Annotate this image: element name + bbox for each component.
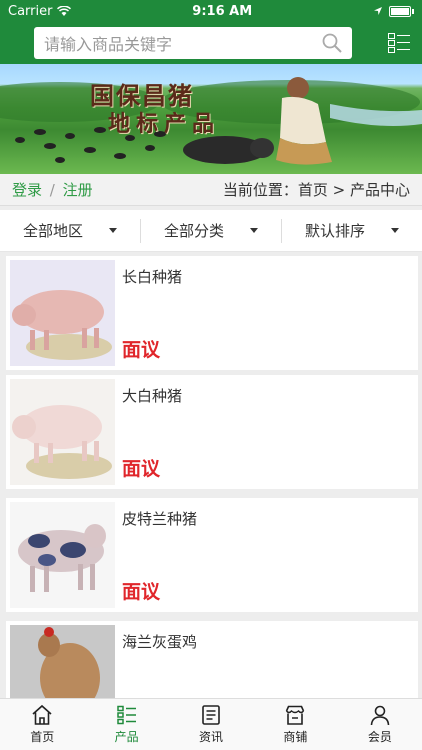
login-link[interactable]: 登录 <box>12 181 42 199</box>
product-image[interactable] <box>10 379 115 485</box>
filter-bar: 全部地区 全部分类 默认排序 <box>0 210 422 252</box>
menu-grid-icon[interactable] <box>388 33 410 53</box>
banner-image[interactable]: 国保昌猪 地标产品 <box>0 64 422 174</box>
product-image[interactable] <box>10 260 115 366</box>
tab-bar: 首页 产品 资讯 商铺 会员 <box>0 698 422 750</box>
product-name[interactable]: 长白种猪 <box>122 266 182 287</box>
filter-sort[interactable]: 默认排序 <box>282 219 422 243</box>
home-icon <box>32 704 52 725</box>
product-price: 面议 <box>122 458 161 480</box>
carrier-label: Carrier <box>8 3 53 19</box>
product-item[interactable]: 皮特兰种猪 面议 <box>6 498 418 612</box>
header: Carrier 9:16 AM 请输入商品关键字 <box>0 0 422 64</box>
banner-subtitle: 地标产品 <box>108 111 221 137</box>
tab-home[interactable]: 首页 <box>0 699 84 750</box>
current-location: 当前位置：首页 > 产品中心 <box>222 181 410 199</box>
search-input[interactable]: 请输入商品关键字 <box>34 27 352 59</box>
battery-icon <box>388 5 411 17</box>
product-price: 面议 <box>122 339 161 361</box>
product-item[interactable]: 大白种猪 面议 <box>6 375 418 489</box>
caret-down-icon <box>391 228 399 233</box>
product-price: 面议 <box>122 581 161 603</box>
caret-down-icon <box>250 228 258 233</box>
product-name[interactable]: 皮特兰种猪 <box>122 508 197 529</box>
shop-icon <box>286 705 305 725</box>
time-label: 9:16 AM <box>192 3 253 19</box>
tab-member[interactable]: 会员 <box>338 699 422 750</box>
search-placeholder: 请输入商品关键字 <box>44 35 173 54</box>
product-item[interactable]: 海兰灰蛋鸡 <box>6 621 418 698</box>
status-bar: Carrier 9:16 AM <box>0 0 422 22</box>
location-arrow-icon <box>373 7 382 15</box>
product-image[interactable] <box>10 625 115 698</box>
product-image[interactable] <box>10 502 115 608</box>
breadcrumb: 登录 / 注册 当前位置：首页 > 产品中心 <box>0 174 422 206</box>
tab-products[interactable]: 产品 <box>84 699 168 750</box>
login-separator: / <box>49 181 55 199</box>
wifi-icon <box>57 5 72 16</box>
news-icon <box>202 705 220 725</box>
register-link[interactable]: 注册 <box>63 181 93 199</box>
filter-category[interactable]: 全部分类 <box>141 218 282 243</box>
product-item[interactable]: 长白种猪 面议 <box>6 256 418 370</box>
product-list: 长白种猪 面议 大白种猪 面议 皮特兰种猪 面议 海兰灰蛋鸡 <box>0 252 422 698</box>
user-icon <box>370 705 390 726</box>
caret-down-icon <box>109 228 117 233</box>
filter-region[interactable]: 全部地区 <box>0 218 141 243</box>
tab-shop[interactable]: 商铺 <box>253 699 337 750</box>
tab-news[interactable]: 资讯 <box>169 699 253 750</box>
list-icon <box>116 705 136 725</box>
search-icon[interactable] <box>322 33 342 53</box>
product-name[interactable]: 海兰灰蛋鸡 <box>122 631 197 652</box>
product-name[interactable]: 大白种猪 <box>122 385 182 406</box>
